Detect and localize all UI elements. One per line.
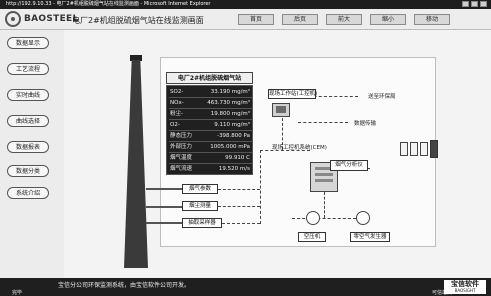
measurement-row-static-pressure: 静态压力 -398.800 Pa xyxy=(169,132,252,142)
probe-sampler-unit[interactable]: 抽取采样器 xyxy=(182,218,222,228)
sidebar-item-realtime-curve[interactable]: 实时曲线 xyxy=(7,89,49,101)
compressor-label[interactable]: 空压机 xyxy=(298,232,326,242)
gas-generator-label[interactable]: 零空气发生器 xyxy=(350,232,390,242)
page-title: 电厂2#机组脱硫烟气站在线监测画面 xyxy=(72,16,204,25)
status-note: 宝信分公司环保监测系统，由宝信软件公司开发。 xyxy=(58,282,191,289)
sidebar-item-data-display[interactable]: 数据显示 xyxy=(7,37,49,49)
data-transfer-label: 数据传输 xyxy=(354,121,377,127)
signal-line-1 xyxy=(218,189,260,190)
compressor-icon xyxy=(306,211,320,225)
sidebar: 数据显示 工艺流程 实时曲线 曲线选择 数据报表 数据分类 系统介绍 xyxy=(0,30,64,278)
minimize-button[interactable] xyxy=(462,1,469,7)
signal-line-2 xyxy=(218,206,260,207)
nav-button-zoom-out[interactable]: 缩小 xyxy=(370,14,406,25)
signal-line-3 xyxy=(222,223,260,224)
browser-title-bar: http://192.9.10.33 - 电厂2#机组脱硫烟气站在线监测画面 -… xyxy=(0,0,491,9)
brand-name: BAOSTEEL xyxy=(24,14,79,24)
flue-param-unit[interactable]: 烟气参数 xyxy=(182,184,218,194)
workstation-label: 现场工作站(工控机) xyxy=(268,89,318,99)
site-station-label: 现场工控机系统(CEM) xyxy=(272,145,327,151)
sample-pipe-1 xyxy=(146,188,182,190)
signal-trunk xyxy=(260,150,261,224)
remote-label: 送至环保局 xyxy=(368,94,396,100)
display-monitor-icon xyxy=(400,142,408,156)
measurement-row-external-pressure: 外部压力 1005.000 mPa xyxy=(169,143,252,153)
air-line-vertical xyxy=(324,192,325,218)
air-line-horizontal xyxy=(292,218,356,219)
maximize-button[interactable] xyxy=(471,1,478,7)
measurement-row-so2: SO2- 33.190 mg/m³ xyxy=(169,88,252,98)
window-title: http://192.9.10.33 - 电厂2#机组脱硫烟气站在线监测画面 -… xyxy=(6,1,211,7)
gas-generator-icon xyxy=(356,211,370,225)
baosteel-logo-icon xyxy=(5,11,21,27)
sidebar-item-data-category[interactable]: 数据分类 xyxy=(7,165,49,177)
status-done: 完毕 xyxy=(12,290,23,296)
sidebar-item-system-intro[interactable]: 系统介绍 xyxy=(7,187,49,199)
sidebar-item-process-flow[interactable]: 工艺流程 xyxy=(7,63,49,75)
sample-pipe-3 xyxy=(146,222,182,224)
nav-button-move[interactable]: 移动 xyxy=(414,14,450,25)
display-monitor-icon xyxy=(410,142,418,156)
status-bar: 宝信分公司环保监测系统，由宝信软件公司开发。 完毕 可信站点 xyxy=(0,278,491,296)
sample-pipe-2 xyxy=(146,206,182,208)
nav-button-back[interactable]: 后页 xyxy=(282,14,318,25)
measurement-row-temperature: 烟气温度 99.910 C xyxy=(169,154,252,164)
signal-line-data xyxy=(298,122,348,123)
measurement-row-flow-speed: 烟气流速 19.520 m/s xyxy=(169,165,252,175)
watermark-logo: 宝信软件 BAOSIGHT xyxy=(444,280,486,294)
display-monitor-icon xyxy=(420,142,428,156)
sidebar-item-curve-select[interactable]: 曲线选择 xyxy=(7,115,49,127)
panel-title: 电厂2#机组脱硫烟气站 xyxy=(166,72,253,84)
measurement-row-o2: O2- 9.110 mg/m³ xyxy=(169,121,252,131)
workstation-computer-icon[interactable] xyxy=(272,103,290,117)
nav-button-zoom-in[interactable]: 前大 xyxy=(326,14,362,25)
app-header: BAOSTEEL 电厂2#机组脱硫烟气站在线监测画面 首页 后页 前大 缩小 移… xyxy=(0,9,491,30)
control-panel-icon xyxy=(430,140,438,158)
measurement-panel: SO2- 33.190 mg/m³ NOx- 463.730 mg/m³ 粉尘- 19… xyxy=(166,85,253,175)
dust-measure-unit[interactable]: 烟尘测量 xyxy=(182,201,218,211)
sidebar-item-data-report[interactable]: 数据报表 xyxy=(7,141,49,153)
analyzer-unit[interactable]: 烟气分析仪 xyxy=(330,160,368,171)
nav-button-home[interactable]: 首页 xyxy=(238,14,274,25)
measurement-row-dust: 粉尘- 19.800 mg/m³ xyxy=(169,110,252,120)
close-button[interactable] xyxy=(480,1,487,7)
measurement-row-nox: NOx- 463.730 mg/m³ xyxy=(169,99,252,109)
